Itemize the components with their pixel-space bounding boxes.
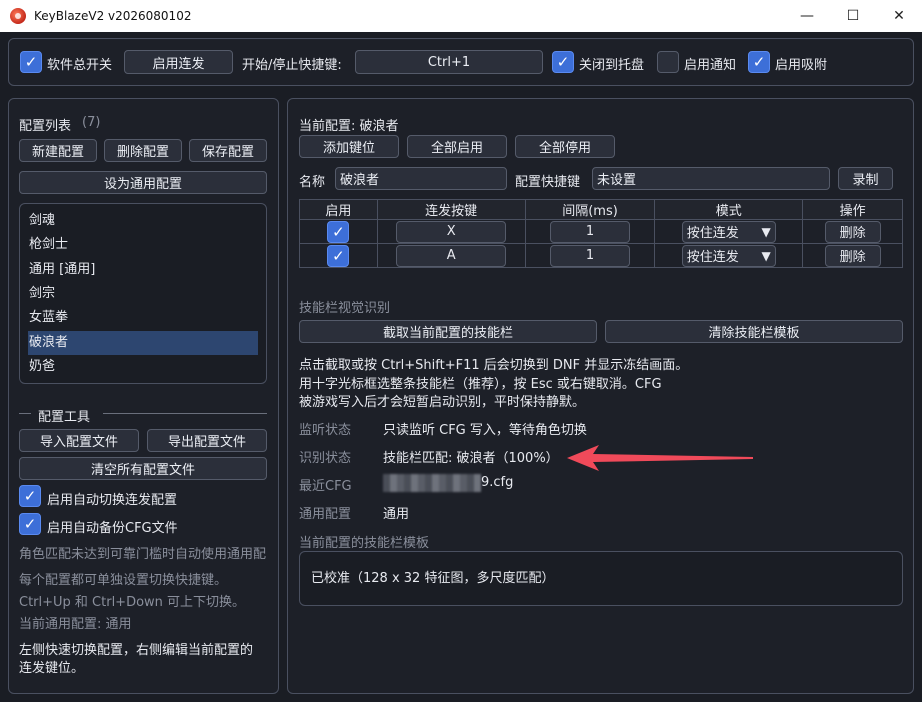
- annotation-arrow-icon: [567, 445, 753, 471]
- table-row: ✓ X 1 按住连发 ▼ 删除: [299, 219, 903, 244]
- hotkey-input[interactable]: Ctrl+1: [355, 50, 543, 74]
- col-key: 连发按键: [376, 199, 526, 220]
- add-key-button[interactable]: 添加键位: [299, 135, 399, 158]
- recog-status-value: 技能栏匹配: 破浪者（100%）: [383, 451, 559, 466]
- config-list-title: 配置列表: [19, 119, 72, 134]
- redacted-cfg-blur: [383, 474, 481, 492]
- row-delete-button[interactable]: 删除: [824, 244, 881, 267]
- tools-divider-right: [103, 413, 267, 414]
- clear-all-configs-button[interactable]: 清空所有配置文件: [19, 457, 267, 480]
- col-mode: 模式: [654, 199, 804, 220]
- record-hotkey-button[interactable]: 录制: [838, 167, 893, 190]
- vision-desc-line3: 被游戏写入后才会短暂启动识别，平时保持静默。: [299, 395, 586, 410]
- window-title: KeyBlazeV2 v2026080102: [34, 9, 192, 23]
- new-config-button[interactable]: 新建配置: [19, 139, 97, 162]
- dropdown-arrow-icon: ▼: [761, 224, 771, 239]
- import-config-button[interactable]: 导入配置文件: [19, 429, 139, 452]
- vision-desc-line2: 用十字光标框选整条技能栏（推荐），按 Esc 或右键取消。CFG: [299, 377, 662, 392]
- list-item[interactable]: 通用 [通用]: [28, 258, 258, 282]
- auto-switch-checkbox[interactable]: ✓: [19, 485, 41, 507]
- recent-cfg-label: 最近CFG: [299, 479, 352, 494]
- template-section-title: 当前配置的技能栏模板: [299, 536, 430, 551]
- vision-section-title: 技能栏视觉识别: [299, 301, 391, 316]
- list-item[interactable]: 枪剑士: [28, 233, 258, 257]
- row-delete-button[interactable]: 删除: [824, 220, 881, 243]
- disable-all-button[interactable]: 全部停用: [515, 135, 615, 158]
- delete-config-button[interactable]: 删除配置: [104, 139, 182, 162]
- capture-skillbar-button[interactable]: 截取当前配置的技能栏: [299, 320, 597, 343]
- row-interval-input[interactable]: 1: [550, 244, 630, 267]
- hint-common-fallback: 角色匹配未达到可靠门槛时自动使用通用配: [19, 547, 267, 562]
- key-table: 启用 连发按键 间隔(ms) 模式 操作 ✓ X 1 按住连发 ▼ 删除 ✓ A …: [299, 199, 903, 268]
- name-input[interactable]: 破浪者: [335, 167, 507, 190]
- minimize-button[interactable]: —: [784, 0, 830, 32]
- recog-status-label: 识别状态: [299, 451, 352, 466]
- auto-backup-label: 启用自动备份CFG文件: [47, 521, 178, 536]
- name-label: 名称: [299, 175, 326, 190]
- enable-snap-label: 启用吸附: [775, 58, 828, 73]
- row-enable-checkbox[interactable]: ✓: [327, 244, 350, 267]
- listen-status-label: 监听状态: [299, 423, 352, 438]
- hint-hotkey: 每个配置都可单独设置切换快捷键。: [19, 573, 228, 588]
- row-key-button[interactable]: X: [396, 220, 507, 243]
- enable-turbo-button[interactable]: 启用连发: [124, 50, 233, 74]
- enable-snap-checkbox[interactable]: ✓: [748, 51, 770, 73]
- export-config-button[interactable]: 导出配置文件: [147, 429, 267, 452]
- row-key-button[interactable]: A: [396, 244, 507, 267]
- col-enable: 启用: [299, 199, 378, 220]
- row-mode-value: 按住连发: [686, 250, 739, 265]
- row-interval-input[interactable]: 1: [550, 220, 630, 243]
- row-mode-value: 按住连发: [686, 226, 739, 241]
- list-item[interactable]: 剑宗: [28, 282, 258, 306]
- maximize-button[interactable]: ☐: [830, 0, 876, 32]
- config-hotkey-label: 配置快捷键: [515, 175, 581, 190]
- hint-usage-line1: 左侧快速切换配置，右侧编辑当前配置的: [19, 643, 254, 658]
- recent-cfg-value: 9.cfg: [481, 475, 514, 490]
- app-logo-icon: [10, 8, 26, 24]
- enable-all-button[interactable]: 全部启用: [407, 135, 507, 158]
- master-switch-checkbox[interactable]: ✓: [20, 51, 42, 73]
- row-enable-checkbox[interactable]: ✓: [327, 220, 350, 243]
- list-item[interactable]: 女蓝拳: [28, 306, 258, 330]
- current-config-label: 当前配置: 破浪者: [299, 119, 399, 134]
- hint-usage-line2: 连发键位。: [19, 661, 85, 676]
- hint-ctrl-updown: Ctrl+Up 和 Ctrl+Down 可上下切换。: [19, 595, 246, 610]
- common-config-value: 通用: [383, 507, 410, 522]
- tools-title: 配置工具: [38, 410, 91, 425]
- auto-backup-checkbox[interactable]: ✓: [19, 513, 41, 535]
- close-to-tray-label: 关闭到托盘: [579, 58, 645, 73]
- vision-desc-line1: 点击截取或按 Ctrl+Shift+F11 后会切换到 DNF 并显示冻结画面。: [299, 358, 689, 373]
- enable-notify-label: 启用通知: [684, 58, 737, 73]
- list-item[interactable]: 剑魂: [28, 209, 258, 233]
- template-status: 已校准（128 x 32 特征图，多尺度匹配）: [311, 571, 555, 586]
- table-row: ✓ A 1 按住连发 ▼ 删除: [299, 243, 903, 268]
- dropdown-arrow-icon: ▼: [761, 248, 771, 263]
- hotkey-label: 开始/停止快捷键:: [242, 58, 342, 73]
- common-config-label: 通用配置: [299, 507, 352, 522]
- enable-notify-checkbox[interactable]: [657, 51, 679, 73]
- save-config-button[interactable]: 保存配置: [189, 139, 267, 162]
- hint-current-common: 当前通用配置: 通用: [19, 617, 132, 632]
- auto-switch-label: 启用自动切换连发配置: [47, 493, 178, 508]
- title-bar: KeyBlazeV2 v2026080102 — ☐ ✕: [0, 0, 922, 32]
- list-item[interactable]: 破浪者: [28, 330, 258, 355]
- close-button[interactable]: ✕: [876, 0, 922, 32]
- tools-divider-left: [19, 413, 31, 414]
- col-interval: 间隔(ms): [524, 199, 656, 220]
- listen-status-value: 只读监听 CFG 写入，等待角色切换: [383, 423, 587, 438]
- col-action: 操作: [802, 199, 903, 220]
- master-switch-label: 软件总开关: [47, 58, 113, 73]
- row-mode-select[interactable]: 按住连发 ▼: [681, 220, 776, 243]
- row-mode-select[interactable]: 按住连发 ▼: [681, 244, 776, 267]
- config-count: (7): [82, 115, 101, 130]
- set-common-config-button[interactable]: 设为通用配置: [19, 171, 267, 194]
- config-hotkey-input[interactable]: 未设置: [592, 167, 830, 190]
- list-item[interactable]: 奶爸: [28, 355, 258, 379]
- clear-template-button[interactable]: 清除技能栏模板: [605, 320, 903, 343]
- close-to-tray-checkbox[interactable]: ✓: [552, 51, 574, 73]
